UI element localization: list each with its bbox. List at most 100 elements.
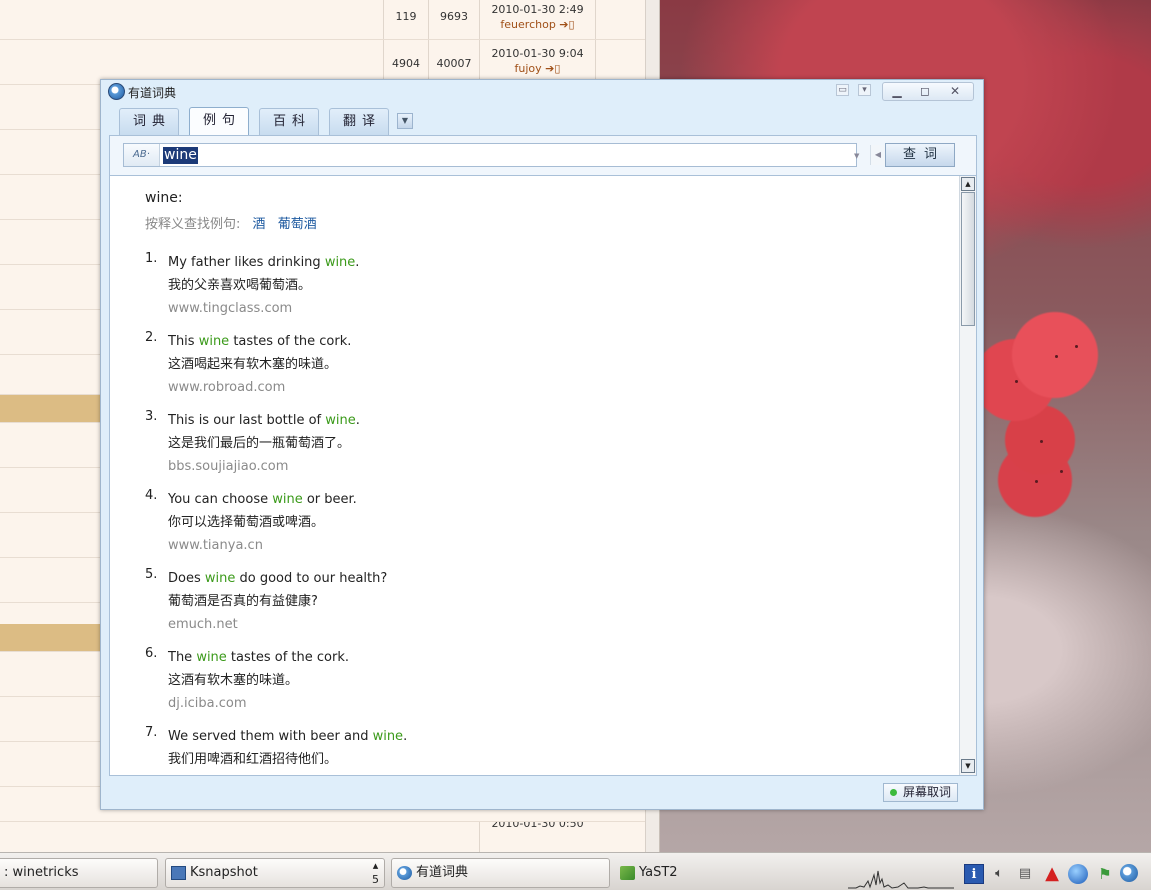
headword: wine: <box>145 190 183 206</box>
example-english: Does wine do good to our health? <box>168 571 388 586</box>
example-chinese: 这是我们最后的一瓶葡萄酒了。 <box>168 436 351 451</box>
tab-translate[interactable]: 翻译 <box>329 108 389 135</box>
example-item: 3. This is our last bottle of wine. 这是我们最后… <box>145 409 925 488</box>
date-cell: 2010-01-30 0:50 <box>491 822 584 830</box>
table-row: 119 9693 2010-01-30 2:49 feuerchop ➔▯ <box>0 0 645 40</box>
title-bar[interactable]: 有道词典 ▭ ▾ ▁ ◻ ✕ <box>101 80 983 102</box>
history-dropdown-icon[interactable]: ▼ <box>854 152 859 160</box>
help-icon[interactable]: ▭ <box>836 84 849 96</box>
screen-lookup-toggle[interactable]: 屏幕取词 <box>883 783 958 802</box>
minimize-button[interactable]: ▁ <box>883 83 911 101</box>
clipboard-icon[interactable]: ▤ <box>1015 864 1035 884</box>
keyword-highlight: wine <box>196 650 227 665</box>
example-source-link[interactable]: bbs.soujiajiao.com <box>168 455 925 478</box>
yast-icon <box>620 866 635 880</box>
date-cell: 2010-01-30 2:49 <box>491 3 584 16</box>
tab-dictionary[interactable]: 词典 <box>119 108 179 135</box>
keyword-highlight: wine <box>272 492 303 507</box>
tab-encyclopedia[interactable]: 百科 <box>259 108 319 135</box>
minimize-icon: ▁ <box>892 84 902 98</box>
filter-link-putaojiu[interactable]: 葡萄酒 <box>278 217 317 232</box>
user-link[interactable]: fujoy ➔▯ <box>480 62 595 75</box>
example-item: 7. We served them with beer and wine. 我们用啤… <box>145 725 925 775</box>
example-chinese: 我的父亲喜欢喝葡萄酒。 <box>168 278 312 293</box>
close-button[interactable]: ✕ <box>941 83 969 101</box>
dictionary-window: 有道词典 ▭ ▾ ▁ ◻ ✕ 词典 例句 百科 翻译 ▼ AB· wine ▼ … <box>100 79 984 810</box>
maximize-icon: ◻ <box>920 84 930 98</box>
berry-detail <box>1035 480 1038 483</box>
task-label: 有道词典 <box>416 865 469 880</box>
example-number: 2. <box>145 330 158 345</box>
scroll-up-button[interactable]: ▲ <box>961 177 975 191</box>
task-count: ▴ 5 <box>372 859 379 886</box>
berry-detail <box>1015 380 1018 383</box>
replies-cell: 4904 <box>392 57 420 70</box>
task-label: Ksnapshot <box>190 865 258 880</box>
example-source-link[interactable]: www.ebigear.com <box>168 771 925 775</box>
chevron-down-icon: ▼ <box>401 116 409 125</box>
meaning-filter: 按释义查找例句: 酒 葡萄酒 <box>145 213 925 251</box>
warning-icon[interactable]: ▲ <box>1042 864 1062 884</box>
example-english: The wine tastes of the cork. <box>168 650 350 665</box>
keyword-highlight: wine <box>372 729 404 744</box>
keyword-highlight: wine <box>198 334 230 349</box>
info-icon[interactable]: i <box>964 864 984 884</box>
keyword-highlight: wine <box>325 413 356 428</box>
task-dictionary[interactable]: 有道词典 <box>391 858 610 888</box>
system-load-graph <box>848 870 954 889</box>
example-chinese: 这酒有软木塞的味道。 <box>168 673 299 688</box>
table-row: 2010-01-30 0:50 <box>0 822 645 852</box>
user-link[interactable]: feuerchop ➔▯ <box>480 18 595 31</box>
results-scrollbar[interactable]: ▲ ▼ <box>959 176 976 775</box>
example-chinese: 葡萄酒是否真的有益健康? <box>168 594 318 609</box>
berry-detail <box>1060 470 1063 473</box>
dictionary-tray-icon[interactable] <box>1120 864 1138 882</box>
example-number: 3. <box>145 409 158 424</box>
filter-link-jiu[interactable]: 酒 <box>253 217 266 232</box>
search-input[interactable]: wine <box>163 147 198 164</box>
example-source-link[interactable]: dj.iciba.com <box>168 692 925 715</box>
example-source-link[interactable]: emuch.net <box>168 613 925 636</box>
keyword-highlight: wine <box>324 255 356 270</box>
task-yast2[interactable]: YaST2 <box>614 858 836 888</box>
lookup-button[interactable]: 查词 <box>885 143 955 167</box>
scroll-thumb[interactable] <box>961 192 975 326</box>
example-source-link[interactable]: www.robroad.com <box>168 376 925 399</box>
example-english: This wine tastes of the cork. <box>168 334 352 349</box>
search-box: AB· wine ▼ ◀ ▶ <box>123 143 901 167</box>
keyword-highlight: wine <box>204 571 236 586</box>
back-button[interactable]: ◀ <box>870 145 885 165</box>
replies-cell: 119 <box>395 10 417 23</box>
tab-examples[interactable]: 例句 <box>189 107 249 136</box>
update-icon[interactable] <box>1068 864 1088 884</box>
maximize-button[interactable]: ◻ <box>911 83 939 101</box>
example-chinese: 你可以选择葡萄酒或啤酒。 <box>168 515 325 530</box>
example-number: 5. <box>145 567 158 582</box>
network-icon[interactable]: ⚑ <box>1095 864 1115 884</box>
window-controls: ▁ ◻ ✕ <box>882 82 974 101</box>
views-cell: 40007 <box>436 57 472 70</box>
example-source-link[interactable]: www.tingclass.com <box>168 297 925 320</box>
tabs-more-dropdown[interactable]: ▼ <box>397 113 413 129</box>
task-winetricks[interactable]: : winetricks <box>0 858 158 888</box>
berry-detail <box>1075 345 1078 348</box>
system-tray: i 🔈︎ ▤ ▲ ⚑ <box>962 861 1150 889</box>
volume-icon[interactable]: 🔈︎ <box>989 864 1009 884</box>
example-source-link[interactable]: www.tianya.cn <box>168 534 925 557</box>
scroll-down-button[interactable]: ▼ <box>961 759 975 773</box>
example-english: You can choose wine or beer. <box>168 492 357 507</box>
example-english: My father likes drinking wine. <box>168 255 360 270</box>
example-list: 1. My father likes drinking wine. 我的父亲喜欢喝葡… <box>145 251 925 775</box>
example-chinese: 我们用啤酒和红酒招待他们。 <box>168 752 338 767</box>
views-cell: 9693 <box>440 10 468 23</box>
status-bar: 屏幕取词 <box>101 777 983 809</box>
task-ksnapshot[interactable]: Ksnapshot ▴ 5 <box>165 858 385 888</box>
date-cell: 2010-01-30 9:04 <box>491 47 584 60</box>
example-number: 1. <box>145 251 158 266</box>
search-panel: AB· wine ▼ ◀ ▶ 查词 <box>109 135 977 175</box>
language-selector[interactable]: AB· <box>124 144 160 166</box>
berry-detail <box>1040 440 1043 443</box>
task-label: YaST2 <box>639 865 678 880</box>
menu-icon[interactable]: ▾ <box>858 84 871 96</box>
screen-lookup-label: 屏幕取词 <box>903 785 952 799</box>
